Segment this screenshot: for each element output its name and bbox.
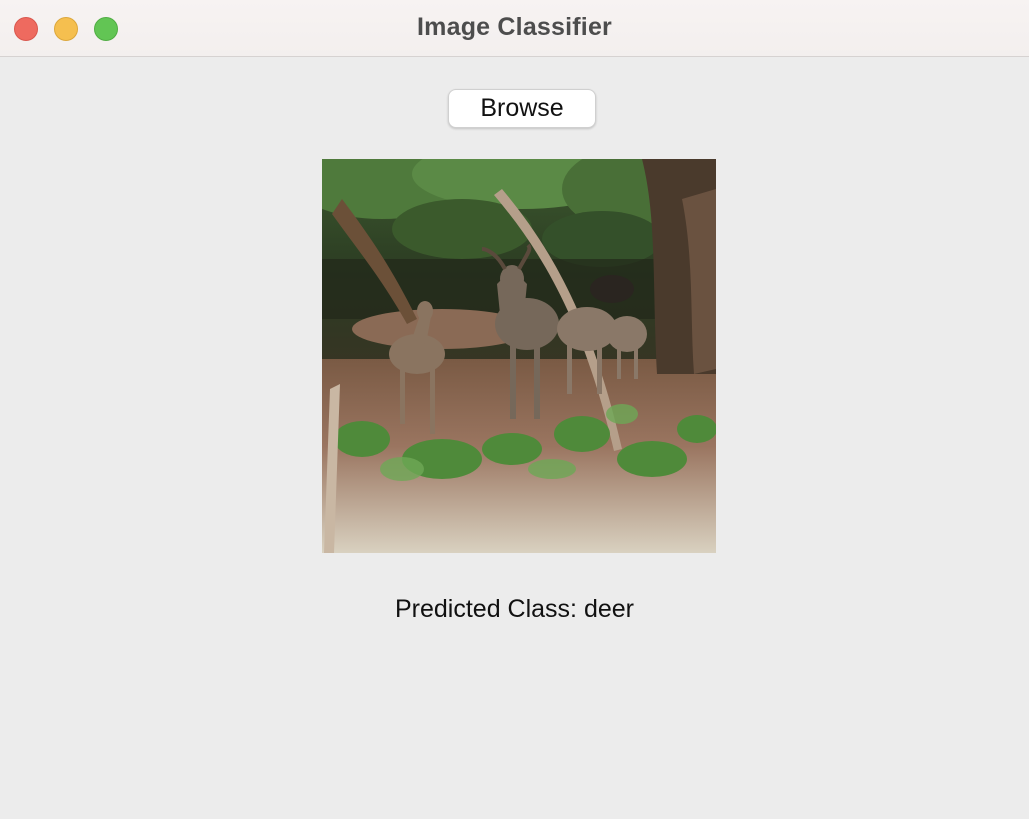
title-bar[interactable]: Image Classifier <box>0 0 1029 57</box>
window-title: Image Classifier <box>417 13 612 41</box>
classified-image <box>322 159 716 553</box>
browse-button[interactable]: Browse <box>448 89 596 128</box>
app-window: Image Classifier Browse Predicted Class:… <box>0 0 1029 819</box>
deer-photo-illustration <box>322 159 716 553</box>
prediction-label: Predicted Class: deer <box>394 595 634 623</box>
